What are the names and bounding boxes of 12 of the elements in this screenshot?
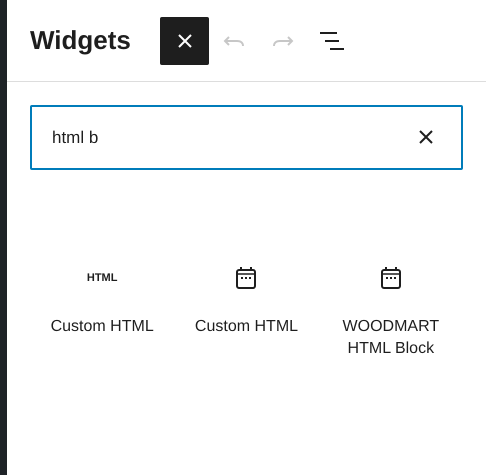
close-button[interactable]	[160, 16, 209, 64]
list-view-icon	[318, 30, 344, 50]
block-item[interactable]: HTML Custom HTML	[30, 266, 174, 360]
calendar-icon	[235, 266, 258, 290]
search-field[interactable]: html b	[30, 105, 463, 170]
block-item[interactable]: Custom HTML	[174, 266, 319, 360]
calendar-icon	[380, 266, 402, 290]
block-item[interactable]: WOODMART HTML Block	[318, 266, 463, 360]
html-icon: HTML	[86, 266, 118, 290]
panel-title: Widgets	[30, 24, 132, 57]
clear-icon[interactable]	[419, 130, 433, 144]
close-icon	[178, 34, 192, 48]
